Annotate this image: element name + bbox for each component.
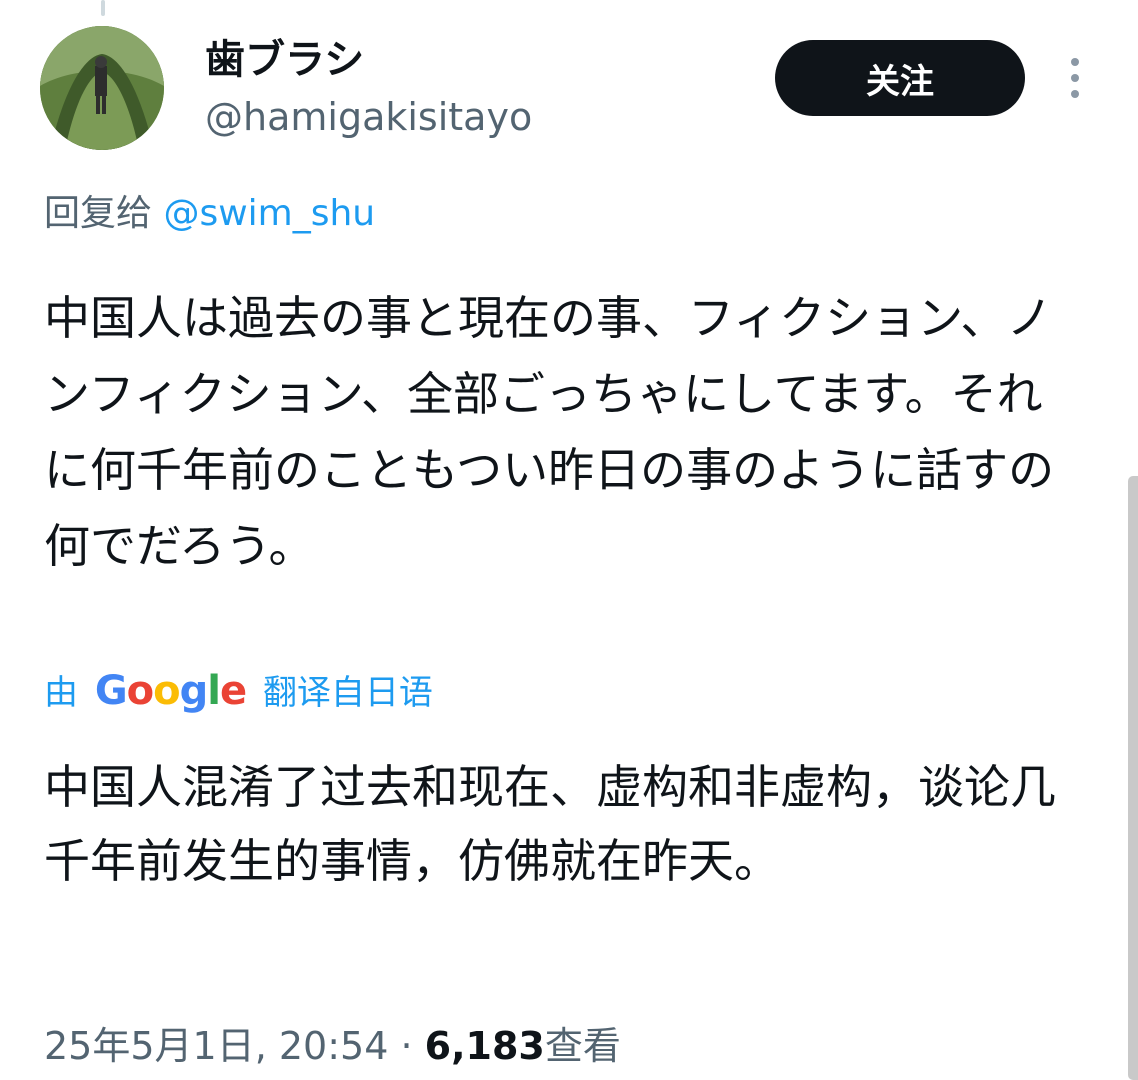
scrollbar[interactable] [1128,476,1138,1080]
avatar[interactable] [40,26,164,150]
tweet-detail: 歯ブラシ @hamigakisitayo 关注 回复给 @swim_shu 中国… [0,0,1138,1080]
thread-connector-line [101,0,105,16]
user-handle[interactable]: @hamigakisitayo [205,94,532,140]
translation-attribution[interactable]: 由 Google 翻译自日语 [44,665,433,719]
views-count: 6,183 [424,1024,545,1068]
follow-button[interactable]: 关注 [775,40,1025,116]
meta-separator: · [400,1024,413,1068]
more-options-icon[interactable] [1063,56,1087,100]
translated-text: 中国人混淆了过去和现在、虚构和非虚构，谈论几千年前发生的事情，仿佛就在昨天。 [44,760,1056,888]
views-label: 查看 [544,1024,621,1068]
display-name[interactable]: 歯ブラシ [205,36,364,84]
reply-mention-link[interactable]: @swim_shu [163,193,375,234]
timestamp[interactable]: 25年5月1日, 20:54 [44,1024,388,1068]
replying-to: 回复给 @swim_shu [44,190,375,238]
translation-prefix: 由 [44,673,78,713]
tweet-text: 中国人は過去の事と現在の事、フィクション、ノンフィクション、全部ごっちゃにしてま… [44,291,1055,573]
replying-to-label: 回复给 [44,193,153,234]
tweet-meta: 25年5月1日, 20:54 · 6,183查看 [44,1020,621,1072]
translation-suffix: 翻译自日语 [262,673,433,713]
avatar-image [40,26,164,150]
google-logo: Google [94,668,247,714]
